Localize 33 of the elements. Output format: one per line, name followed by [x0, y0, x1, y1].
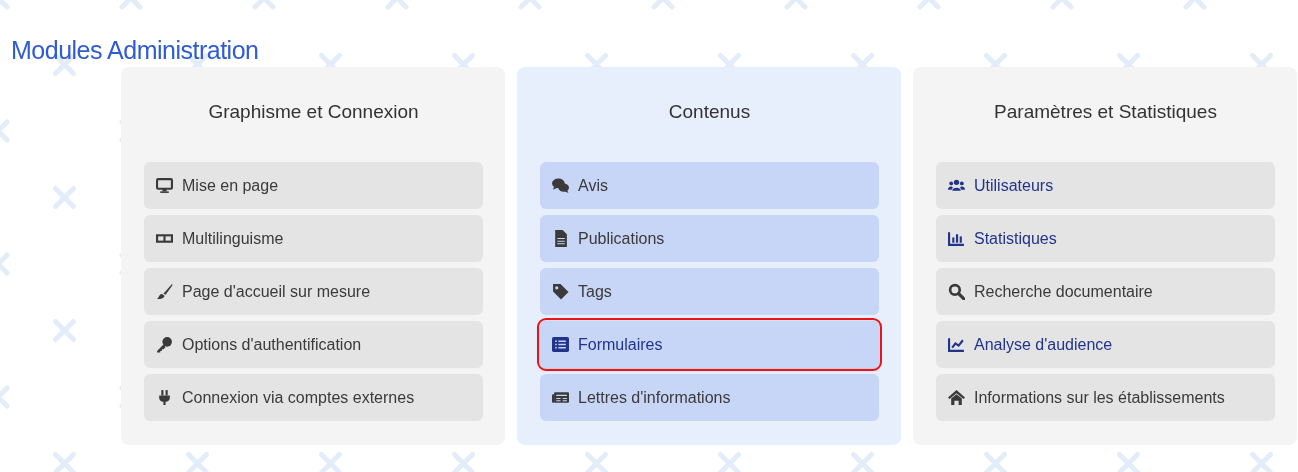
module-button[interactable]: Recherche documentaire [936, 268, 1275, 315]
module-button[interactable]: Statistiques [936, 215, 1275, 262]
list-icon [552, 336, 569, 353]
module-button[interactable]: Publications [540, 215, 879, 262]
key-icon [156, 336, 173, 353]
plug-icon [156, 389, 173, 406]
module-button[interactable]: Connexion via comptes externes [144, 374, 483, 421]
module-button[interactable]: Page d'accueil sur mesure [144, 268, 483, 315]
speech-bubbles-icon [552, 177, 569, 194]
module-button[interactable]: Informations sur les établissements [936, 374, 1275, 421]
panel-title: Paramètres et Statistiques [993, 100, 1218, 124]
users-icon [948, 177, 965, 194]
panel-title: Graphisme et Connexion [207, 100, 420, 124]
module-button[interactable]: Avis [540, 162, 879, 209]
monitor-icon [156, 177, 173, 194]
bar-chart-icon [948, 230, 965, 247]
page-title: Modules Administration [10, 35, 259, 66]
tag-icon [552, 283, 569, 300]
search-icon [948, 283, 965, 300]
module-button[interactable]: Formulaires [540, 321, 879, 368]
module-button[interactable]: Tags [540, 268, 879, 315]
house-icon [948, 389, 965, 406]
module-button[interactable]: Options d'authentification [144, 321, 483, 368]
module-button[interactable]: Lettres d'informations [540, 374, 879, 421]
panel-title: Contenus [667, 100, 752, 124]
newspaper-icon [552, 389, 569, 406]
module-button[interactable]: Multilinguisme [144, 215, 483, 262]
line-chart-icon [948, 336, 965, 353]
module-button[interactable]: Utilisateurs [936, 162, 1275, 209]
document-icon [552, 230, 569, 247]
module-button[interactable]: Analyse d'audience [936, 321, 1275, 368]
module-button[interactable]: Mise en page [144, 162, 483, 209]
brush-icon [156, 283, 173, 300]
